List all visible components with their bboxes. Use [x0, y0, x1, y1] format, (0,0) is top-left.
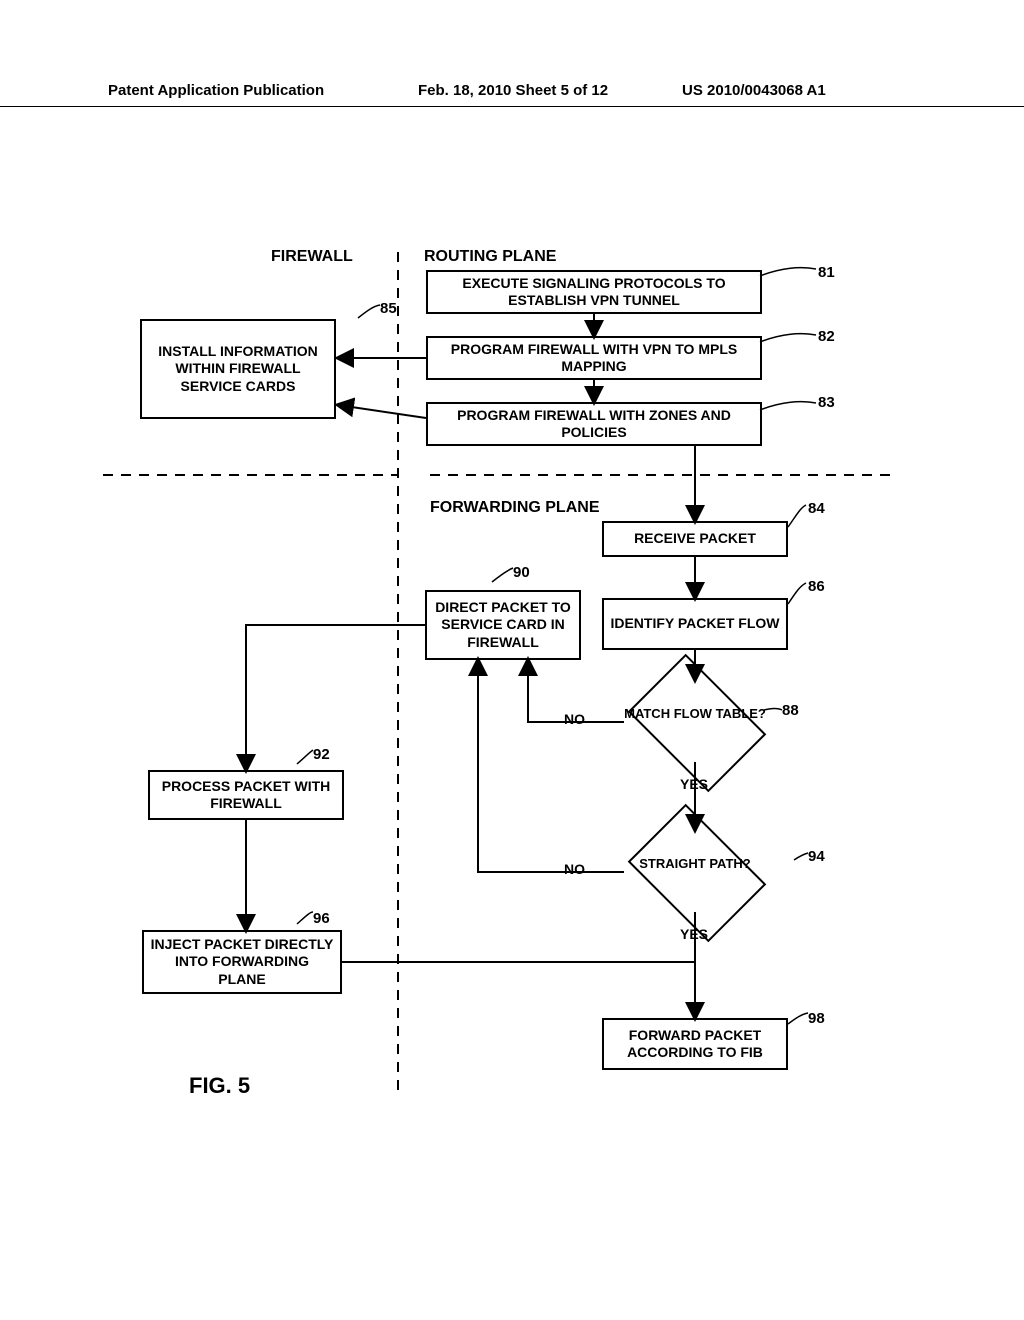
- box-process-packet: PROCESS PACKET WITH FIREWALL: [148, 770, 344, 820]
- box-program-vpn-mpls: PROGRAM FIREWALL WITH VPN TO MPLS MAPPIN…: [426, 336, 762, 380]
- col-firewall-label: FIREWALL: [271, 248, 353, 266]
- col-routing-label: ROUTING PLANE: [424, 248, 556, 266]
- box-receive-packet: RECEIVE PACKET: [602, 521, 788, 557]
- decision-straight-path: STRAIGHT PATH?: [624, 850, 766, 930]
- header-right: US 2010/0043068 A1: [682, 82, 826, 99]
- yes-label-94: YES: [680, 926, 708, 942]
- no-label-88: NO: [564, 711, 585, 727]
- no-label-94: NO: [564, 861, 585, 877]
- box-program-zones: PROGRAM FIREWALL WITH ZONES AND POLICIES: [426, 402, 762, 446]
- box-identify-flow: IDENTIFY PACKET FLOW: [602, 598, 788, 650]
- box-install-info: INSTALL INFORMATION WITHIN FIREWALL SERV…: [140, 319, 336, 419]
- ref-98: 98: [808, 1010, 825, 1027]
- ref-86: 86: [808, 578, 825, 595]
- ref-88: 88: [782, 702, 799, 719]
- ref-90: 90: [513, 564, 530, 581]
- ref-96: 96: [313, 910, 330, 927]
- decision-match-flow: MATCH FLOW TABLE?: [624, 700, 766, 780]
- ref-82: 82: [818, 328, 835, 345]
- header-left: Patent Application Publication: [108, 82, 324, 99]
- box-inject-packet: INJECT PACKET DIRECTLY INTO FORWARDING P…: [142, 930, 342, 994]
- ref-85: 85: [380, 300, 397, 317]
- box-forward-fib: FORWARD PACKET ACCORDING TO FIB: [602, 1018, 788, 1070]
- decision-match-flow-text: MATCH FLOW TABLE?: [624, 706, 766, 722]
- box-execute-signaling: EXECUTE SIGNALING PROTOCOLS TO ESTABLISH…: [426, 270, 762, 314]
- ref-94: 94: [808, 848, 825, 865]
- decision-straight-path-text: STRAIGHT PATH?: [624, 856, 766, 872]
- ref-92: 92: [313, 746, 330, 763]
- ref-83: 83: [818, 394, 835, 411]
- yes-label-88: YES: [680, 776, 708, 792]
- figure-label: FIG. 5: [189, 1073, 250, 1099]
- box-direct-packet: DIRECT PACKET TO SERVICE CARD IN FIREWAL…: [425, 590, 581, 660]
- connectors-overlay: [0, 0, 1024, 1320]
- col-forwarding-label: FORWARDING PLANE: [430, 499, 599, 517]
- ref-81: 81: [818, 264, 835, 281]
- header-mid: Feb. 18, 2010 Sheet 5 of 12: [418, 82, 608, 99]
- ref-84: 84: [808, 500, 825, 517]
- page-header: Patent Application Publication Feb. 18, …: [0, 82, 1024, 107]
